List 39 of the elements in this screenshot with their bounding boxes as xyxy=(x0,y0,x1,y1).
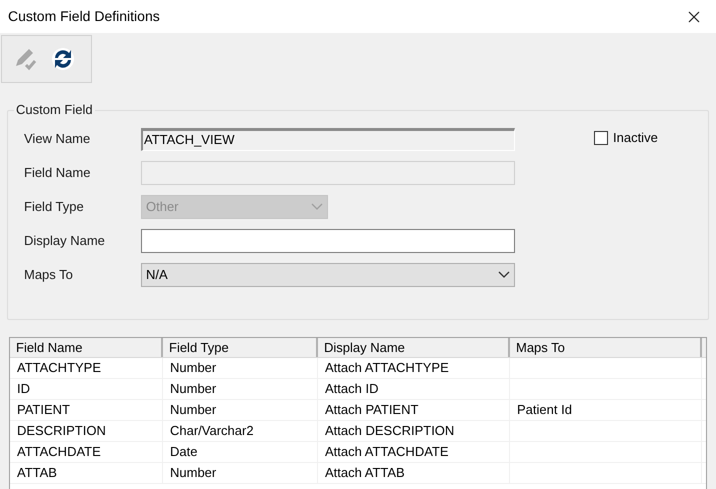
table-cell-text: Attach ATTACHDATE xyxy=(325,443,449,462)
refresh-button[interactable] xyxy=(49,45,77,73)
table-cell-text: ATTAB xyxy=(17,464,57,482)
table-cell-text: PATIENT xyxy=(17,401,70,420)
column-header[interactable]: Maps To xyxy=(510,338,702,357)
field-label: Maps To xyxy=(24,266,74,284)
table-cell-text: Attach ID xyxy=(325,380,378,398)
field-label: Field Type xyxy=(24,198,85,216)
table-cell-text: Attach ATTAB xyxy=(325,464,405,482)
column-header[interactable]: Field Name xyxy=(10,338,163,357)
input-field[interactable] xyxy=(141,229,515,253)
table-cell-text: ATTACHDATE xyxy=(17,443,101,462)
table-cell-text: Date xyxy=(170,443,198,462)
table-cell-text: Number xyxy=(170,359,216,378)
chevron-down-icon xyxy=(311,203,323,211)
refresh-icon xyxy=(50,46,76,72)
table-cell-text: ID xyxy=(17,380,30,398)
table-cell-text: Attach ATTACHTYPE xyxy=(325,359,449,378)
view-name-field[interactable]: ATTACH_VIEW xyxy=(141,128,515,150)
table-cell-text: ATTACHTYPE xyxy=(17,359,102,378)
table-cell-text: Attach DESCRIPTION xyxy=(325,422,454,440)
column-header[interactable]: Display Name xyxy=(318,338,510,357)
checkbox-label: Inactive xyxy=(613,129,658,148)
field-label: Display Name xyxy=(24,232,106,250)
table-cell-text: Attach PATIENT xyxy=(325,401,418,420)
dropdown[interactable]: N/A xyxy=(141,263,515,287)
table-cell-text: Number xyxy=(170,464,216,482)
table-cell-text: Number xyxy=(170,380,216,398)
table-cell-text: Char/Varchar2 xyxy=(170,422,254,440)
close-icon xyxy=(688,10,700,22)
checkbox[interactable] xyxy=(594,131,608,145)
column-header[interactable]: Field Type xyxy=(163,338,318,357)
table-cell-text: Number xyxy=(170,401,216,420)
window-title: Custom Field Definitions xyxy=(8,7,160,26)
chevron-down-icon xyxy=(498,271,510,279)
table-cell-text: Patient Id xyxy=(517,401,572,420)
field-label: Field Name xyxy=(24,164,92,182)
field-label: View Name xyxy=(24,130,92,148)
table-cell-text: DESCRIPTION xyxy=(17,422,106,440)
